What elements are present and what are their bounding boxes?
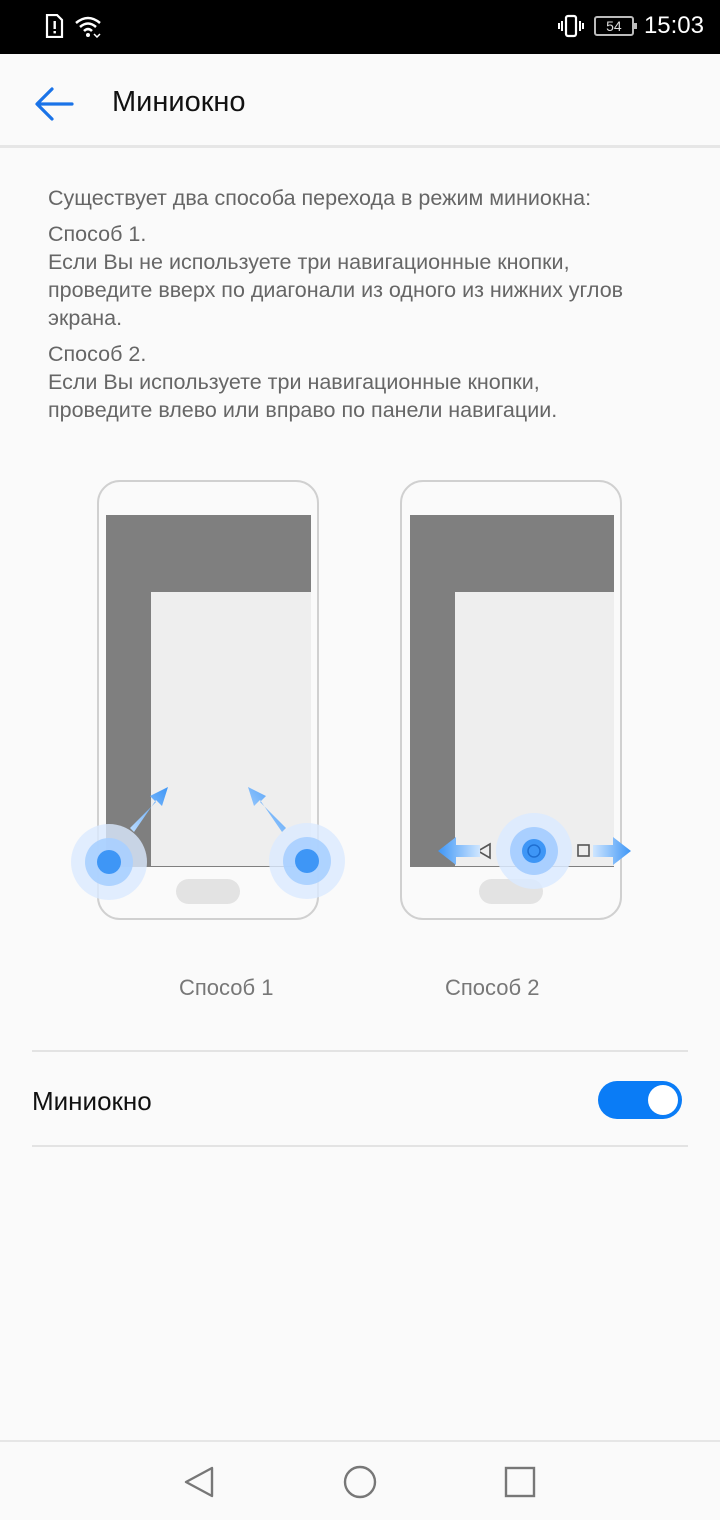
method1-title: Способ 1. bbox=[48, 222, 147, 246]
toggle-knob bbox=[648, 1085, 678, 1115]
wifi-icon bbox=[75, 16, 101, 38]
status-bar: 54 15:03 bbox=[0, 0, 720, 54]
mini-window-toggle[interactable] bbox=[598, 1081, 682, 1119]
status-time: 15:03 bbox=[643, 12, 704, 39]
setting-label: Миниокно bbox=[32, 1086, 152, 1116]
home-pill bbox=[176, 879, 240, 904]
nav-back-icon bbox=[184, 1466, 214, 1498]
app-bar: Миниокно bbox=[0, 54, 720, 148]
sim-alert-icon bbox=[45, 14, 64, 38]
setting-row-mini-window[interactable]: Миниокно bbox=[32, 1054, 688, 1146]
method2-line: проведите влево или вправо по панели нав… bbox=[48, 398, 558, 422]
method1-line: экрана. bbox=[48, 306, 123, 330]
method1-block: Способ 1. Если Вы не используете три нав… bbox=[48, 220, 688, 332]
nav-home-button[interactable] bbox=[340, 1462, 380, 1502]
nav-recents-button[interactable] bbox=[500, 1462, 540, 1502]
method1-illustration bbox=[71, 480, 345, 920]
method2-block: Способ 2. Если Вы используете три навига… bbox=[48, 340, 688, 424]
method1-line: проведите вверх по диагонали из одного и… bbox=[48, 278, 624, 302]
caption-method1: Способ 1 bbox=[179, 975, 274, 1000]
page-title: Миниокно bbox=[112, 86, 246, 118]
caption-method2: Способ 2 bbox=[445, 975, 540, 1000]
vibrate-icon bbox=[557, 14, 584, 38]
method2-line: Если Вы используете три навигационные кн… bbox=[48, 370, 540, 394]
back-button[interactable] bbox=[32, 82, 76, 126]
divider bbox=[32, 1145, 688, 1147]
battery-icon: 54 bbox=[593, 16, 637, 36]
mini-window bbox=[151, 592, 311, 866]
divider bbox=[32, 1050, 688, 1052]
status-left bbox=[44, 14, 102, 38]
intro-lead: Существует два способа перехода в режим … bbox=[48, 186, 592, 210]
method1-line: Если Вы не используете три навигационные… bbox=[48, 250, 570, 274]
status-right: 54 15:03 bbox=[557, 12, 704, 40]
nav-back-button[interactable] bbox=[180, 1462, 220, 1502]
system-nav-bar bbox=[0, 1440, 720, 1520]
method2-title: Способ 2. bbox=[48, 342, 147, 366]
method2-illustration bbox=[400, 480, 631, 920]
arrow-left-icon bbox=[35, 87, 74, 121]
nav-home-icon bbox=[343, 1465, 377, 1499]
intro-text: Существует два способа перехода в режим … bbox=[48, 184, 688, 432]
nav-recents-icon bbox=[504, 1466, 536, 1498]
battery-level: 54 bbox=[606, 18, 622, 34]
